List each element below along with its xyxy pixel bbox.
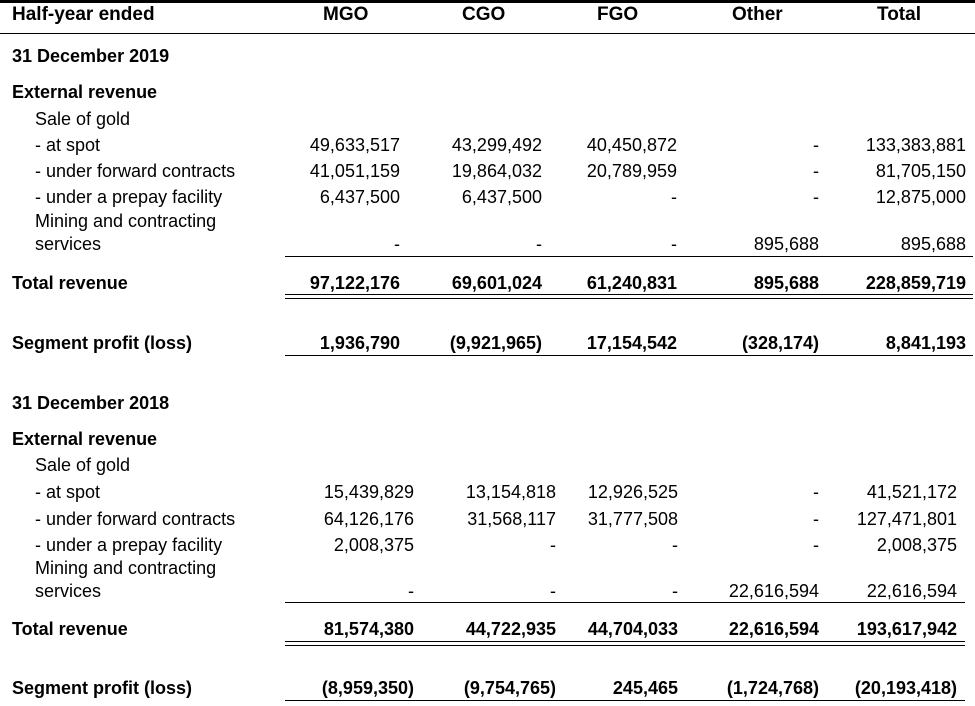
external-revenue-heading: External revenue: [12, 82, 158, 102]
cell-mgo: 15,439,829: [323, 482, 414, 502]
cell-other: -: [813, 509, 819, 529]
cell-cgo: (9,754,765): [463, 678, 556, 698]
cell-mgo: (8,959,350): [321, 678, 414, 698]
row-label: - at spot: [35, 135, 101, 155]
cell-other: 895,688: [753, 234, 819, 254]
cell-cgo: 44,722,935: [465, 619, 556, 639]
cell-other: -: [813, 161, 819, 181]
subtotal-rule: [285, 256, 973, 257]
cell-other: 22,616,594: [728, 619, 819, 639]
cell-fgo: -: [672, 581, 678, 601]
cell-cgo: 69,601,024: [451, 273, 542, 293]
row-label: - under forward contracts: [35, 161, 236, 181]
row-label: - under a prepay facility: [35, 535, 223, 555]
cell-mgo: 41,051,159: [309, 161, 400, 181]
cell-cgo: 43,299,492: [451, 135, 542, 155]
row-label-line1: Mining and contracting: [35, 211, 217, 231]
cell-total: 127,471,801: [856, 509, 957, 529]
column-header-fgo: FGO: [597, 4, 639, 25]
cell-other: -: [813, 135, 819, 155]
row-label-line2: services: [35, 234, 102, 254]
column-header-total: Total: [877, 4, 921, 25]
cell-fgo: 40,450,872: [586, 135, 677, 155]
total-double-rule-bottom: [285, 645, 965, 646]
cell-total: 895,688: [900, 234, 966, 254]
cell-other: (1,724,768): [726, 678, 819, 698]
row-label: Total revenue: [12, 619, 128, 639]
cell-other: 22,616,594: [728, 581, 819, 601]
cell-cgo: -: [550, 535, 556, 555]
cell-fgo: 12,926,525: [587, 482, 678, 502]
cell-total: 22,616,594: [866, 581, 957, 601]
column-header-cgo: CGO: [462, 4, 506, 25]
cell-cgo: 31,568,117: [467, 509, 556, 529]
row-label-line2: services: [35, 581, 102, 601]
sale-of-gold-label: Sale of gold: [35, 455, 131, 475]
cell-total: 12,875,000: [875, 187, 966, 207]
cell-cgo: 13,154,818: [465, 482, 556, 502]
profit-rule: [285, 700, 965, 701]
cell-other: -: [813, 187, 819, 207]
cell-mgo: 81,574,380: [323, 619, 414, 639]
period-heading: 31 December 2019: [12, 46, 170, 66]
cell-mgo: 49,633,517: [309, 135, 400, 155]
cell-total: 228,859,719: [865, 273, 966, 293]
total-double-rule-bottom: [285, 298, 973, 299]
cell-mgo: 6,437,500: [319, 187, 400, 207]
row-label-line1: Mining and contracting: [35, 558, 217, 578]
cell-fgo: 20,789,959: [586, 161, 677, 181]
column-header-other: Other: [732, 4, 783, 25]
cell-fgo: -: [671, 187, 677, 207]
total-double-rule-top: [285, 294, 973, 295]
cell-other: (328,174): [741, 333, 819, 353]
profit-rule: [285, 355, 973, 356]
cell-fgo: -: [671, 234, 677, 254]
cell-total: (20,193,418): [854, 678, 957, 698]
header-underline: [0, 33, 975, 34]
cell-total: 193,617,942: [856, 619, 957, 639]
cell-other: 895,688: [753, 273, 819, 293]
cell-mgo: -: [394, 234, 400, 254]
cell-mgo: 2,008,375: [333, 535, 414, 555]
cell-mgo: 97,122,176: [309, 273, 400, 293]
subtotal-rule: [285, 602, 965, 603]
cell-total: 41,521,172: [866, 482, 957, 502]
row-label: - under a prepay facility: [35, 187, 223, 207]
cell-mgo: 64,126,176: [323, 509, 414, 529]
cell-mgo: 1,936,790: [319, 333, 400, 353]
cell-cgo: 6,437,500: [461, 187, 542, 207]
cell-total: 8,841,193: [885, 333, 966, 353]
total-double-rule-top: [285, 641, 965, 642]
cell-cgo: -: [550, 581, 556, 601]
cell-other: -: [813, 482, 819, 502]
cell-total: 2,008,375: [876, 535, 957, 555]
cell-fgo: 61,240,831: [586, 273, 677, 293]
top-rule: [0, 0, 975, 3]
row-label: - under forward contracts: [35, 509, 236, 529]
row-label: Segment profit (loss): [12, 333, 193, 353]
cell-total: 81,705,150: [875, 161, 966, 181]
cell-cgo: -: [536, 234, 542, 254]
cell-fgo: -: [672, 535, 678, 555]
column-header-mgo: MGO: [323, 4, 369, 25]
cell-fgo: 17,154,542: [586, 333, 677, 353]
cell-fgo: 31,777,508: [587, 509, 678, 529]
cell-cgo: 19,864,032: [451, 161, 542, 181]
external-revenue-heading: External revenue: [12, 429, 158, 449]
cell-fgo: 245,465: [612, 678, 678, 698]
row-label: Segment profit (loss): [12, 678, 193, 698]
cell-mgo: -: [408, 581, 414, 601]
sale-of-gold-label: Sale of gold: [35, 109, 131, 129]
period-heading: 31 December 2018: [12, 393, 170, 413]
cell-fgo: 44,704,033: [587, 619, 678, 639]
cell-total: 133,383,881: [865, 135, 966, 155]
header-label: Half-year ended: [12, 4, 155, 25]
row-label: - at spot: [35, 482, 101, 502]
row-label: Total revenue: [12, 273, 128, 293]
cell-cgo: (9,921,965): [449, 333, 542, 353]
cell-other: -: [813, 535, 819, 555]
